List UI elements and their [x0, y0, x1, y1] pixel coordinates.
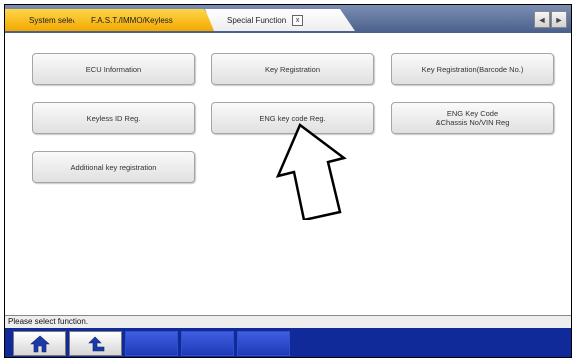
bottom-toolbar	[5, 328, 571, 357]
tab-scroll-controls: ◄ ►	[534, 11, 567, 28]
back-button[interactable]	[69, 331, 122, 356]
toolbar-button-3[interactable]	[125, 331, 178, 356]
key-registration-barcode-button[interactable]: Key Registration(Barcode No.)	[391, 53, 554, 85]
scroll-left-button[interactable]: ◄	[534, 11, 550, 28]
status-bar: Please select function.	[5, 315, 571, 328]
home-button[interactable]	[13, 331, 66, 356]
scroll-right-button[interactable]: ►	[551, 11, 567, 28]
home-icon	[29, 335, 50, 352]
tab-special-function[interactable]: Special Function x	[205, 9, 355, 31]
eng-key-code-chassis-vin-reg-button[interactable]: ENG Key Code &Chassis No/VIN Reg	[391, 102, 554, 134]
back-arrow-icon	[87, 336, 104, 351]
ecu-information-button[interactable]: ECU Information	[32, 53, 195, 85]
tab-bar: System select F.A.S.T./IMMO/Keyless Spec…	[5, 5, 571, 33]
additional-key-registration-button[interactable]: Additional key registration	[32, 151, 195, 183]
tab-label: System select	[29, 15, 79, 25]
pointer-arrow-icon	[275, 123, 347, 220]
close-icon[interactable]: x	[292, 14, 304, 26]
toolbar-button-4[interactable]	[181, 331, 234, 356]
keyless-id-reg-button[interactable]: Keyless ID Reg.	[32, 102, 195, 134]
key-registration-button[interactable]: Key Registration	[211, 53, 374, 85]
tab-fast-immo-keyless[interactable]: F.A.S.T./IMMO/Keyless	[69, 9, 219, 31]
tab-label: Special Function	[227, 15, 287, 25]
toolbar-button-5[interactable]	[237, 331, 290, 356]
tab-label: F.A.S.T./IMMO/Keyless	[91, 15, 173, 25]
